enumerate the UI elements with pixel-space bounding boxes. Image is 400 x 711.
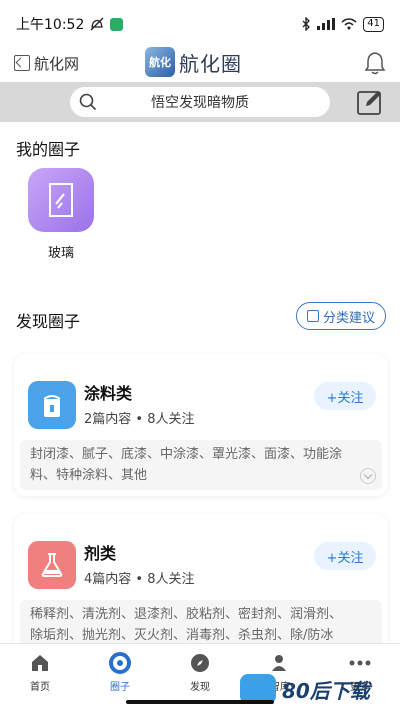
tags-text: 封闭漆、腻子、底漆、中涂漆、罩光漆、面漆、功能涂料、特种涂料、其他 <box>30 447 343 483</box>
circle-card[interactable]: 剂类 4篇内容 • 8人关注 +关注 稀释剂、清洗剂、退漆剂、胶粘剂、密封剂、润… <box>14 514 388 671</box>
flask-icon <box>28 541 76 589</box>
circle-title: 剂类 <box>84 544 117 563</box>
post-count: 2篇内容 <box>84 412 132 427</box>
my-circle-item[interactable]: 玻璃 <box>28 168 94 261</box>
paint-bucket-icon <box>28 381 76 429</box>
edit-small-icon <box>306 310 319 322</box>
bell-icon[interactable] <box>364 51 386 75</box>
tab-label: 圈子 <box>110 682 130 693</box>
follow-button[interactable]: +关注 <box>314 542 376 570</box>
tab-label: 首页 <box>30 682 50 693</box>
search-bar-area: 悟空发现暗物质 <box>0 82 400 122</box>
separator-dot: • <box>135 412 148 427</box>
post-count: 4篇内容 <box>84 572 132 587</box>
separator-dot: • <box>135 572 148 587</box>
back-button[interactable]: 航化网 <box>14 53 79 74</box>
circle-stats: 4篇内容 • 8人关注 <box>84 568 195 587</box>
battery-indicator: 41 <box>363 16 384 32</box>
logo-mark-icon: 航化 <box>145 47 175 77</box>
app-logo: 航化 航化圈 <box>145 47 242 77</box>
compass-icon <box>189 652 211 674</box>
circle-tags: 封闭漆、腻子、底漆、中涂漆、罩光漆、面漆、功能涂料、特种涂料、其他 <box>20 440 382 490</box>
wifi-icon <box>341 18 357 30</box>
my-circle-label: 玻璃 <box>47 246 74 261</box>
circle-title: 涂料类 <box>84 384 133 403</box>
circle-stats: 2篇内容 • 8人关注 <box>84 408 195 427</box>
status-bar: 上午10:52 41 <box>0 0 400 48</box>
follower-count: 8人关注 <box>147 412 195 427</box>
watermark-text: 80后下载 <box>282 678 370 703</box>
category-suggestion-button[interactable]: 分类建议 <box>295 302 386 330</box>
search-input[interactable]: 悟空发现暗物质 <box>70 87 330 117</box>
tab-home[interactable]: 首页 <box>0 644 80 711</box>
mute-icon <box>90 17 104 31</box>
back-arrow-icon <box>14 55 30 71</box>
more-icon <box>349 652 371 674</box>
circle-icon <box>109 652 131 674</box>
top-nav: 航化网 航化 航化圈 <box>0 44 400 82</box>
tab-label: 发现 <box>190 682 210 693</box>
person-icon <box>269 652 291 674</box>
glass-icon <box>28 168 94 232</box>
bluetooth-icon <box>302 17 311 31</box>
discover-title: 发现圈子 <box>16 312 81 331</box>
status-left: 上午10:52 <box>16 14 124 34</box>
home-icon <box>29 652 51 674</box>
follow-button[interactable]: +关注 <box>314 382 376 410</box>
wechat-icon <box>110 17 124 31</box>
follower-count: 8人关注 <box>147 572 195 587</box>
search-placeholder: 悟空发现暗物质 <box>151 95 249 111</box>
my-circles-title: 我的圈子 <box>16 140 81 159</box>
app-title: 航化圈 <box>179 51 242 76</box>
signal-icon <box>317 18 336 30</box>
suggestion-label: 分类建议 <box>322 310 375 326</box>
status-time: 上午10:52 <box>16 17 85 33</box>
edit-icon[interactable] <box>356 88 384 116</box>
circle-card[interactable]: 涂料类 2篇内容 • 8人关注 +关注 封闭漆、腻子、底漆、中涂漆、罩光漆、面漆… <box>14 354 388 496</box>
status-right: 41 <box>301 16 384 32</box>
back-label: 航化网 <box>34 54 80 73</box>
home-indicator <box>126 700 274 704</box>
expand-icon[interactable] <box>360 468 376 484</box>
